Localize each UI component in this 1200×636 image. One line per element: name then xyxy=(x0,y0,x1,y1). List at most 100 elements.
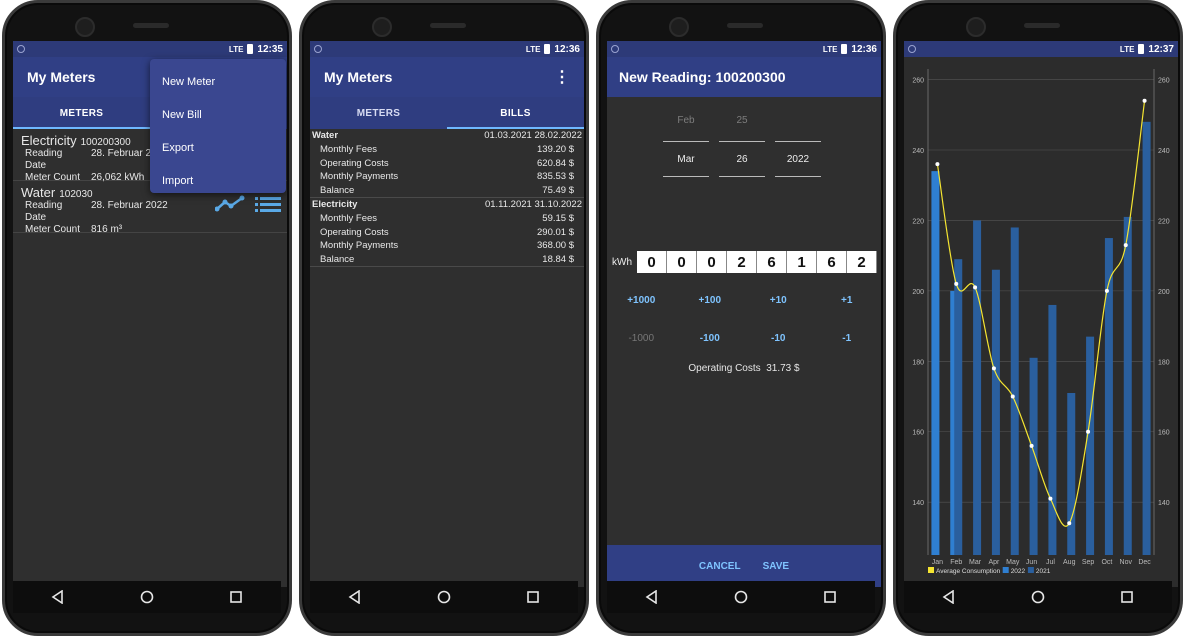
bill-key: Monthly Fees xyxy=(320,213,378,224)
back-icon[interactable] xyxy=(340,590,370,604)
back-icon[interactable] xyxy=(43,590,73,604)
year-picker[interactable]: 2022 xyxy=(775,115,821,177)
average-point xyxy=(1104,288,1109,293)
bill-list: Water 01.03.2021 28.02.2022 Monthly Fees 1… xyxy=(310,129,584,267)
current-day: 26 xyxy=(719,141,765,177)
row-key: Reading Date xyxy=(25,148,63,171)
list-icon[interactable] xyxy=(255,196,281,212)
prev-month: Feb xyxy=(677,115,695,126)
x-tick-label: May xyxy=(1006,559,1020,566)
dec-10-button[interactable]: -10 xyxy=(748,333,808,344)
digit[interactable]: 6 xyxy=(817,251,847,273)
menu-item-export[interactable]: Export xyxy=(150,131,286,164)
day-picker[interactable]: 25 26 xyxy=(719,115,765,177)
home-icon[interactable] xyxy=(132,590,162,604)
tab-bills[interactable]: BILLS xyxy=(447,97,584,129)
back-icon[interactable] xyxy=(637,590,667,604)
digit[interactable]: 0 xyxy=(697,251,727,273)
bill-item[interactable]: Water 01.03.2021 28.02.2022 Monthly Fees 1… xyxy=(310,129,584,198)
nav-bar xyxy=(904,581,1172,613)
bill-key: Balance xyxy=(320,184,355,196)
menu-item-import[interactable]: Import xyxy=(150,164,286,197)
row-value: 28. Februar 2022 xyxy=(91,200,168,211)
average-point xyxy=(1142,98,1147,103)
menu-item-new-bill[interactable]: New Bill xyxy=(150,98,286,131)
dec-1000-button[interactable]: -1000 xyxy=(611,333,671,344)
average-point xyxy=(991,366,996,371)
chart-svg: 140 140 160 160 180 180 200 200 220 220 240 240 260 2… xyxy=(912,69,1170,575)
signal-icon: LTE xyxy=(1119,44,1135,54)
meter-reading-input[interactable]: kWh 0 0 0 2 6 1 6 2 xyxy=(607,251,881,273)
clock: 12:35 xyxy=(257,43,283,55)
y-tick-label: 180 xyxy=(912,359,924,366)
bill-to: 28.02.2022 xyxy=(534,130,582,141)
row-value: 816 m³ xyxy=(91,224,123,235)
meter-number: 102030 xyxy=(59,189,93,200)
digit[interactable]: 1 xyxy=(787,251,817,273)
recents-icon[interactable] xyxy=(221,590,251,604)
inc-100-button[interactable]: +100 xyxy=(680,295,740,306)
decrement-row: -1000 -100 -10 -1 xyxy=(607,333,881,344)
signal-icon: LTE xyxy=(822,44,838,54)
back-icon[interactable] xyxy=(934,590,964,604)
row-key: Reading Date xyxy=(25,200,63,223)
bar-2021 xyxy=(1067,393,1076,555)
recents-icon[interactable] xyxy=(518,590,548,604)
screen-new-reading: LTE 12:36 New Reading: 100200300 Feb Mar… xyxy=(607,41,881,587)
digit[interactable]: 0 xyxy=(667,251,697,273)
recents-icon[interactable] xyxy=(1112,590,1142,604)
y-tick-label-right: 140 xyxy=(1158,500,1170,507)
x-tick-label: Mar xyxy=(969,559,982,566)
bill-value: 139.20 $ xyxy=(537,144,574,155)
increment-row: +1000 +100 +10 +1 xyxy=(607,295,881,306)
speaker xyxy=(727,23,763,28)
more-menu-icon[interactable]: ⋮ xyxy=(554,67,570,87)
home-icon[interactable] xyxy=(429,590,459,604)
tab-meters[interactable]: METERS xyxy=(13,97,150,129)
y-tick-label: 220 xyxy=(912,218,924,225)
x-tick-label: Oct xyxy=(1101,559,1112,566)
dec-100-button[interactable]: -100 xyxy=(680,333,740,344)
bar-2021 xyxy=(1029,357,1038,555)
bar-2021 xyxy=(1010,227,1019,555)
notification-dot-icon xyxy=(908,45,916,53)
month-picker[interactable]: Feb Mar xyxy=(663,115,709,177)
x-tick-label: Dec xyxy=(1138,559,1151,566)
home-icon[interactable] xyxy=(1023,590,1053,604)
x-tick-label: Jan xyxy=(932,559,943,566)
digit[interactable]: 0 xyxy=(637,251,667,273)
inc-10-button[interactable]: +10 xyxy=(748,295,808,306)
signal-icon: LTE xyxy=(228,44,244,54)
inc-1-button[interactable]: +1 xyxy=(817,295,877,306)
cancel-button[interactable]: CANCEL xyxy=(699,561,741,572)
chart-icon[interactable] xyxy=(215,195,245,213)
unit-label: kWh xyxy=(612,256,632,268)
tab-meters[interactable]: METERS xyxy=(310,97,447,129)
recents-icon[interactable] xyxy=(815,590,845,604)
average-point xyxy=(973,285,978,290)
bill-value: 75.49 $ xyxy=(542,184,574,196)
digit[interactable]: 2 xyxy=(847,251,877,273)
x-tick-label: Aug xyxy=(1063,559,1076,566)
page-title: My Meters xyxy=(27,69,96,85)
consumption-chart[interactable]: 140 140 160 160 180 180 200 200 220 220 240 240 260 2… xyxy=(904,57,1178,587)
phone-frame: LTE 12:37 140 140 160 160 180 180 200 200 220 220… xyxy=(893,0,1183,636)
average-point xyxy=(935,162,940,167)
bill-name: Water xyxy=(312,130,339,141)
digit[interactable]: 6 xyxy=(757,251,787,273)
home-icon[interactable] xyxy=(726,590,756,604)
y-tick-label-right: 180 xyxy=(1158,359,1170,366)
dec-1-button[interactable]: -1 xyxy=(817,333,877,344)
y-tick-label: 140 xyxy=(912,500,924,507)
y-tick-label: 200 xyxy=(912,289,924,296)
app-bar: My Meters ⋮ xyxy=(310,57,584,97)
save-button[interactable]: SAVE xyxy=(763,561,790,572)
inc-1000-button[interactable]: +1000 xyxy=(611,295,671,306)
bill-item[interactable]: Electricity 01.11.2021 31.10.2022 Monthly… xyxy=(310,198,584,267)
x-tick-label: Apr xyxy=(988,559,1000,566)
bill-key: Monthly Payments xyxy=(320,240,399,251)
digit[interactable]: 2 xyxy=(727,251,757,273)
average-point xyxy=(1048,496,1053,501)
menu-item-new-meter[interactable]: New Meter xyxy=(150,65,286,98)
y-tick-label-right: 260 xyxy=(1158,78,1170,85)
